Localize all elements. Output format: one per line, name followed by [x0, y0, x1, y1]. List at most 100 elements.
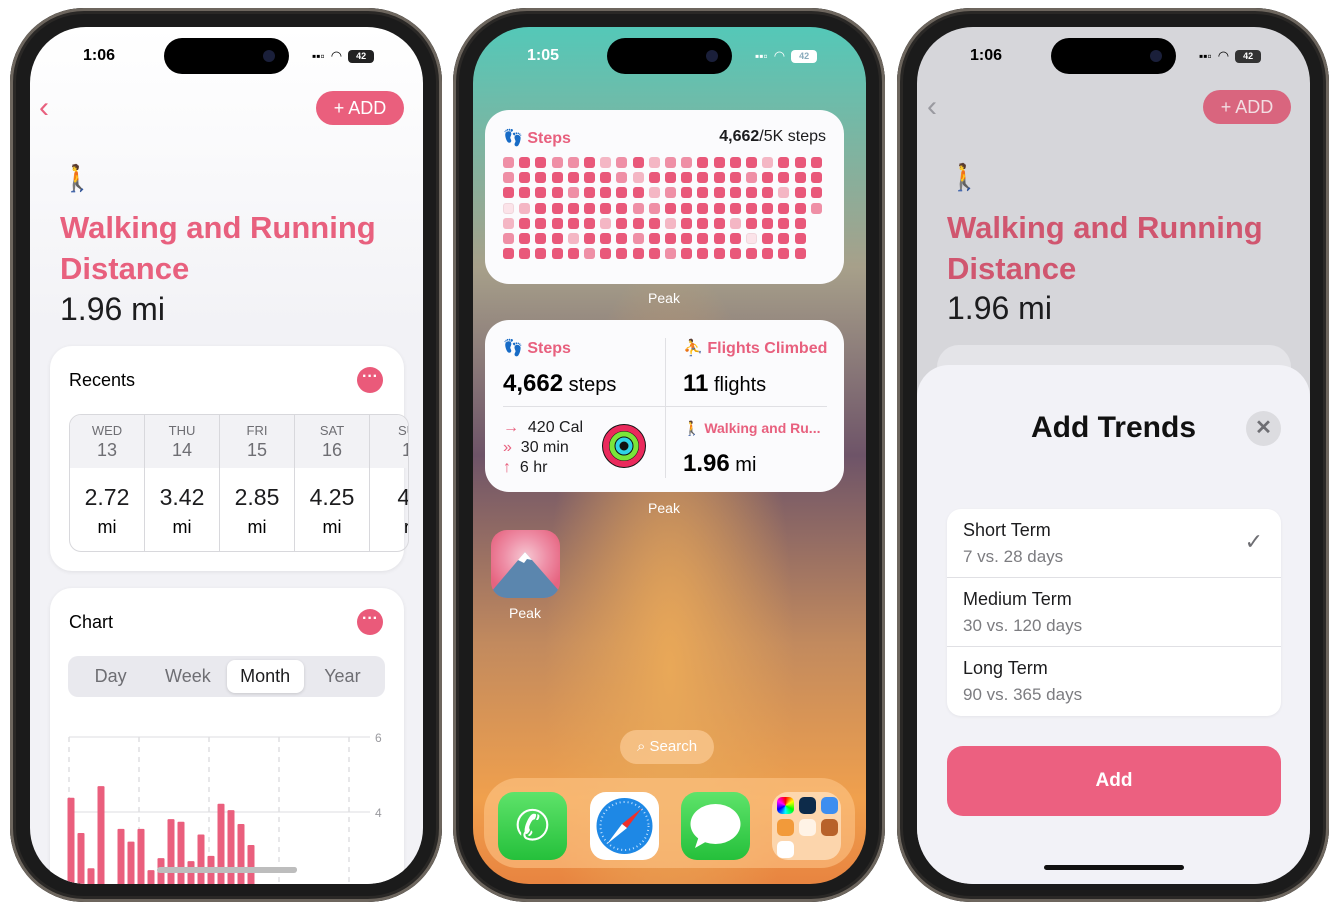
steps-day-cell [746, 233, 757, 244]
steps-day-cell [778, 248, 790, 260]
steps-day-cell [810, 157, 822, 168]
trend-option[interactable]: Short Term 7 vs. 28 days ✓ [947, 509, 1281, 578]
compass-icon [596, 798, 653, 854]
exercise-arrow-icon: » [503, 439, 512, 456]
steps-day-cell [778, 157, 790, 168]
steps-day-cell [551, 187, 563, 199]
steps-day-cell [762, 157, 774, 168]
app-folder[interactable] [772, 792, 841, 860]
steps-day-cell [665, 172, 676, 184]
peak-app-icon[interactable] [491, 530, 560, 598]
recents-column: SU 1 4. r [370, 415, 408, 551]
move-arrow-icon: → [503, 419, 519, 436]
steps-day-cell [616, 248, 628, 260]
steps-day-cell [616, 217, 628, 229]
steps-day-cell [810, 187, 822, 199]
safari-app-icon[interactable] [590, 792, 659, 860]
option-label: Short Term [963, 520, 1051, 540]
steps-day-cell [681, 248, 693, 260]
steps-day-cell [519, 187, 531, 199]
steps-day-cell [600, 217, 612, 229]
signal-icon: ▪▪▫ [312, 49, 325, 63]
status-time: 1:05 [527, 47, 560, 64]
steps-day-cell [535, 172, 547, 184]
walking-value: 1.96 [683, 450, 730, 477]
steps-day-cell [681, 157, 693, 168]
wifi-icon: ◠ [330, 48, 343, 63]
steps-day-cell [616, 187, 628, 199]
steps-day-cell [810, 172, 822, 184]
add-button[interactable]: + ADD [316, 91, 404, 125]
steps-grid-widget[interactable]: 👣 Steps 4,662/5K steps [485, 110, 844, 284]
date: 16 [321, 440, 343, 460]
trend-option[interactable]: Long Term 90 vs. 365 days [947, 647, 1281, 716]
recents-date-header: WED 13 [70, 415, 144, 468]
steps-day-cell [665, 202, 676, 214]
weekday: THU [168, 423, 196, 438]
more-icon[interactable]: ··· [357, 367, 383, 393]
steps-day-cell [762, 217, 774, 229]
steps-day-cell [681, 202, 693, 214]
distance-value: 2.72 [84, 484, 130, 510]
stairs-icon: ⛹ [683, 340, 703, 357]
steps-day-cell [729, 172, 741, 184]
steps-day-cell [713, 217, 725, 229]
dynamic-island [607, 38, 732, 74]
search-pill[interactable]: ⌕ Search [620, 730, 714, 764]
steps-day-cell [503, 233, 514, 244]
dynamic-island [1051, 38, 1176, 74]
divider [665, 338, 666, 478]
chart-bar [87, 868, 95, 884]
steps-day-cell [632, 217, 644, 229]
chart-bar [97, 786, 105, 884]
y-tick-label: 4 [375, 806, 382, 820]
messages-app-icon[interactable] [681, 792, 750, 860]
steps-day-cell [584, 157, 595, 168]
activity-rings-icon [602, 424, 646, 468]
checkmark-icon: ✓ [1244, 529, 1263, 554]
date: 1 [370, 440, 408, 461]
multi-metric-widget[interactable]: 👣 Steps 4,662 steps ⛹ Flights Climbed 11… [485, 320, 844, 492]
screen: 1:06 ▪▪▫ ◠ 42 ‹ + ADD 🚶 Walking and Runnin… [30, 27, 423, 884]
steps-title: Steps [527, 340, 571, 357]
steps-day-cell [632, 172, 644, 184]
steps-day-cell [567, 233, 579, 244]
steps-day-cell [503, 172, 514, 184]
steps-day-cell [567, 248, 579, 260]
recents-title: Recents [69, 370, 136, 390]
weekday: SU [397, 423, 408, 438]
add-button: + ADD [1203, 90, 1291, 124]
back-chevron-icon: ‹ [927, 90, 937, 123]
steps-unit: steps [568, 374, 617, 396]
recents-date-header: THU 14 [145, 415, 219, 468]
trend-option[interactable]: Medium Term 30 vs. 120 days [947, 578, 1281, 647]
close-button[interactable]: ✕ [1246, 411, 1281, 446]
folder-app-icon [799, 797, 816, 814]
add-trend-button[interactable]: Add [947, 746, 1281, 816]
steps-day-cell [551, 202, 563, 214]
steps-day-cell [729, 217, 741, 229]
phone-app-icon[interactable]: ✆ [498, 792, 567, 860]
option-label: Medium Term [963, 589, 1072, 609]
chart-bar [177, 821, 185, 884]
steps-day-cell [551, 233, 563, 244]
widget-caption: Peak [648, 290, 680, 306]
steps-day-cell [729, 233, 741, 244]
steps-day-cell [551, 172, 563, 184]
steps-day-cell [519, 217, 531, 229]
steps-day-cell [632, 157, 644, 168]
steps-day-cell [648, 248, 660, 260]
y-tick-label: 6 [375, 731, 382, 745]
steps-day-cell [503, 202, 514, 214]
steps-day-cell [729, 202, 741, 214]
chart-bar [127, 841, 135, 884]
recents-date-header: FRI 15 [220, 415, 294, 468]
folder-app-icon [777, 841, 794, 858]
phone-right: 1:06 ▪▪▫ ◠ 42 ‹ + ADD 🚶 Walking and Runnin… [897, 8, 1329, 902]
app-label: Peak [509, 605, 541, 621]
home-indicator [1044, 865, 1184, 870]
date: 14 [171, 440, 193, 460]
steps-day-cell [713, 233, 725, 244]
steps-day-cell [632, 233, 644, 244]
back-chevron-icon[interactable]: ‹ [39, 91, 49, 125]
